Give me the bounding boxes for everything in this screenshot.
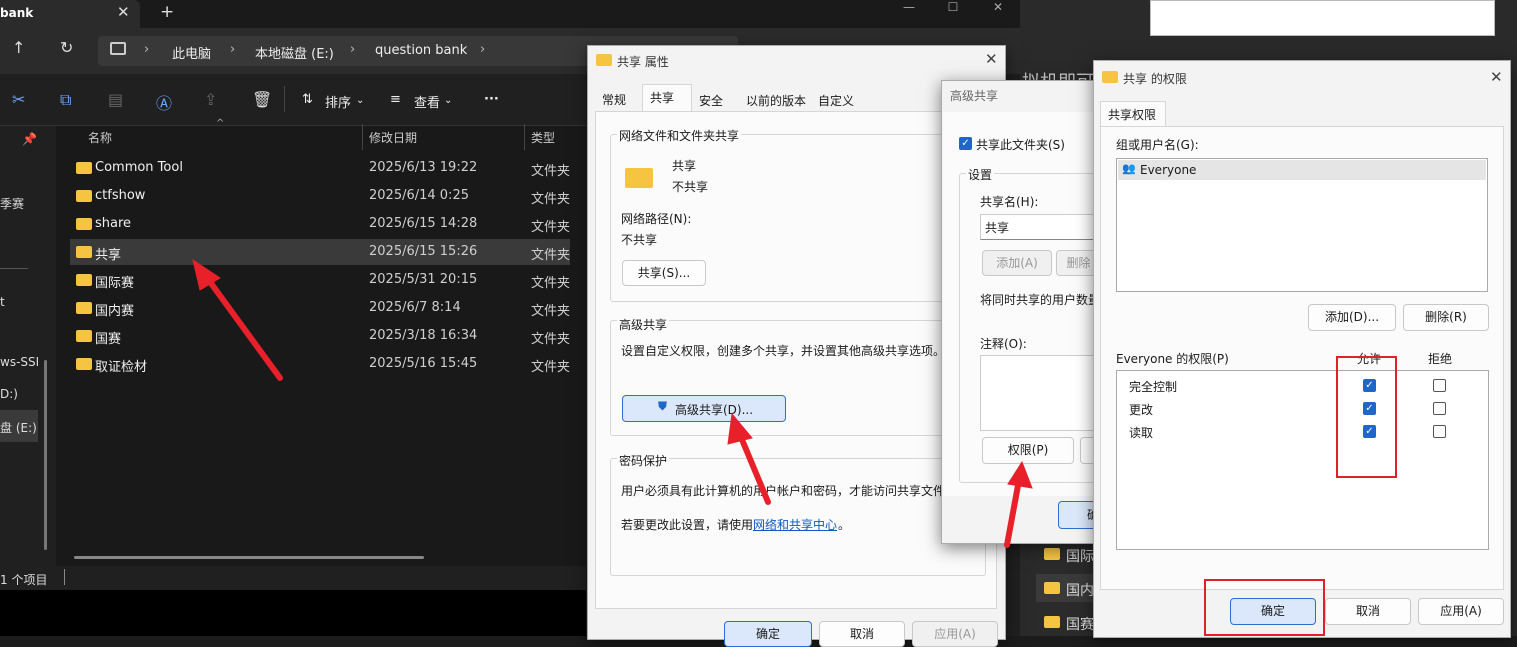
annotation-arrowhead [1007,460,1033,489]
annotation-arrows [192,258,1033,548]
annotation-arrowhead [727,412,753,445]
annotation-arrow [1004,477,1022,548]
annotation-arrow [202,272,283,381]
